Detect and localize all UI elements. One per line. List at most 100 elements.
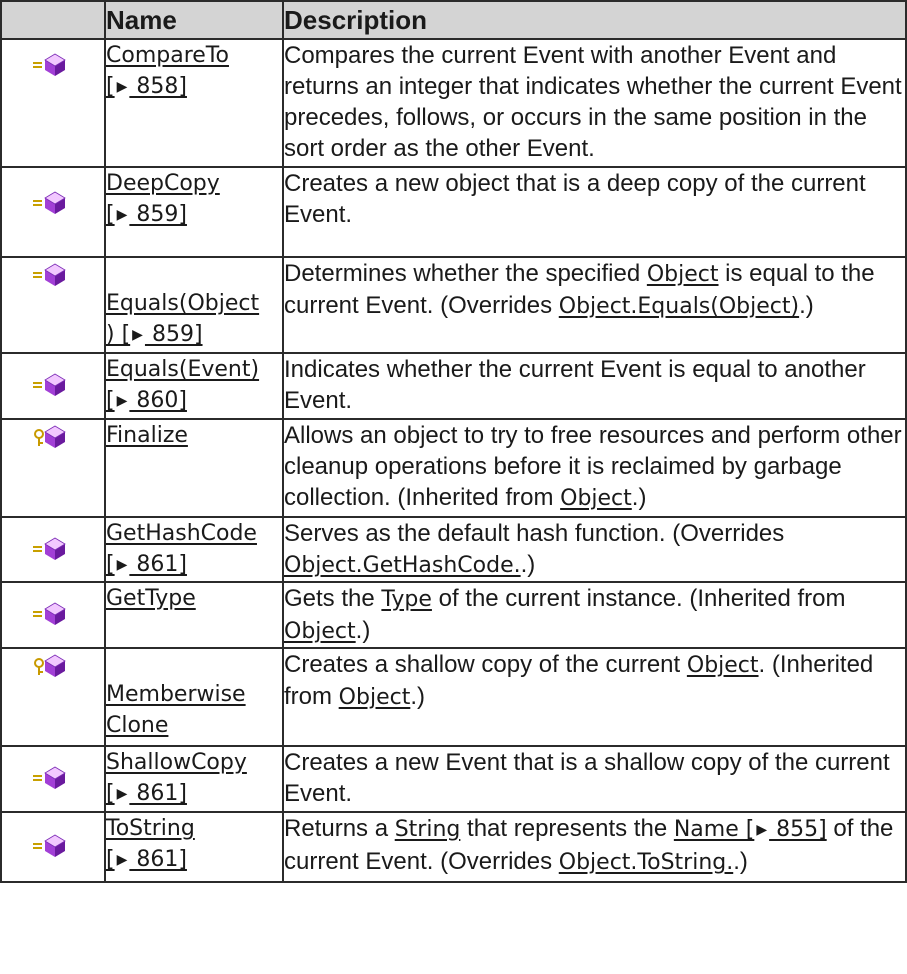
table-row: GetHashCode [▶ 861] Serves as the defaul… (0, 516, 907, 583)
description-text: .) (799, 292, 814, 319)
description-cell: Indicates whether the current Event is e… (282, 352, 907, 420)
public-method-icon (33, 373, 66, 397)
page-ref-bracket: [ (106, 388, 115, 413)
member-name-part: Clone (106, 713, 169, 738)
protected-method-icon (34, 654, 66, 678)
members-table: Name Description CompareTo [▶ 858] Compa… (0, 0, 907, 883)
member-link-gethashcode[interactable]: GetHashCode (106, 521, 257, 546)
object-link[interactable]: Object (647, 262, 719, 287)
name-property-label: Name [ (673, 817, 755, 842)
triangle-right-icon: ▶ (132, 327, 143, 343)
page-ref-link[interactable]: [▶ 859] (106, 202, 187, 227)
icon-cell (0, 745, 106, 813)
description-text: Determines whether the specified (284, 260, 647, 287)
page-ref-number: 859] (144, 322, 203, 347)
page-ref-number: 855] (769, 817, 827, 842)
icon-cell (0, 38, 106, 168)
page-ref-number: 858] (129, 74, 187, 99)
description-cell: Allows an object to try to free resource… (282, 418, 907, 518)
description-cell: Creates a new Event that is a shallow co… (282, 745, 907, 813)
description-text: .) (410, 683, 425, 710)
member-link-equals-event[interactable]: Equals(Event) (106, 357, 259, 382)
header-row: Name Description (0, 0, 907, 40)
member-link-compareto[interactable]: CompareTo (106, 43, 229, 68)
member-name-cell: ShallowCopy [▶ 861] (104, 745, 284, 813)
table-row: DeepCopy [▶ 859] Creates a new object th… (0, 166, 907, 258)
description-cell: Returns a String that represents the Nam… (282, 811, 907, 883)
header-description: Description (282, 0, 907, 40)
member-link-equals-object[interactable]: Equals(Object (106, 291, 259, 316)
icon-cell (0, 166, 106, 258)
table-row: Finalize Allows an object to try to free… (0, 418, 907, 518)
page-ref-bracket: [ (106, 552, 115, 577)
member-name-cell: Finalize (104, 418, 284, 518)
description-text: that represents the (460, 815, 674, 842)
triangle-right-icon: ▶ (116, 786, 128, 802)
member-name-cell: GetHashCode [▶ 861] (104, 516, 284, 583)
object-link[interactable]: Object (284, 619, 356, 644)
page-ref-link[interactable]: [▶ 860] (106, 388, 187, 413)
description-text: Creates a new object that is a deep copy… (284, 170, 866, 228)
description-text: Indicates whether the current Event is e… (284, 356, 866, 414)
page-ref-bracket: [ (106, 74, 115, 99)
description-text: Gets the (284, 585, 382, 612)
description-text: .) (520, 551, 536, 578)
page-ref-link[interactable]: [▶ 861] (106, 847, 187, 872)
icon-cell (0, 256, 106, 354)
triangle-right-icon: ▶ (116, 852, 128, 868)
public-method-icon (33, 834, 66, 858)
member-name-cell: ToString [▶ 861] (104, 811, 284, 883)
page-ref-link[interactable]: [▶ 861] (106, 552, 187, 577)
object-gethashcode-link[interactable]: Object.GetHashCode. (284, 553, 521, 578)
page-ref-bracket: ) [ (106, 322, 131, 347)
page-ref-number: 861] (129, 552, 187, 577)
member-name-cell: Equals(Object ) [▶ 859] (104, 256, 284, 354)
type-link[interactable]: Type (381, 587, 432, 612)
page-ref-link[interactable]: [▶ 861] (106, 781, 187, 806)
object-equals-link[interactable]: Object.Equals(Object) (559, 294, 799, 319)
description-text: Returns a (284, 815, 395, 842)
member-name-cell: CompareTo [▶ 858] (104, 38, 284, 168)
public-method-icon (33, 191, 66, 215)
member-link-gettype[interactable]: GetType (106, 586, 196, 611)
table-row: ToString [▶ 861] Returns a String that r… (0, 811, 907, 883)
table-row: Equals(Event) [▶ 860] Indicates whether … (0, 352, 907, 420)
member-name-cell: Memberwise Clone (104, 647, 284, 747)
member-link-deepcopy[interactable]: DeepCopy (106, 171, 220, 196)
member-name-cell: DeepCopy [▶ 859] (104, 166, 284, 258)
description-cell: Serves as the default hash function. (Ov… (282, 516, 907, 583)
icon-cell (0, 352, 106, 420)
page-ref-bracket: [ (106, 202, 115, 227)
member-link-shallowcopy[interactable]: ShallowCopy (106, 750, 247, 775)
icon-cell (0, 418, 106, 518)
member-link-tostring[interactable]: ToString (106, 816, 195, 841)
name-property-link[interactable]: Name [▶ 855] (674, 817, 827, 842)
protected-method-icon (34, 425, 66, 449)
page-ref-bracket: [ (106, 847, 115, 872)
page-ref-link[interactable]: ) [▶ 859] (106, 322, 203, 347)
description-cell: Creates a new object that is a deep copy… (282, 166, 907, 258)
member-link-finalize[interactable]: Finalize (106, 423, 188, 448)
object-link[interactable]: Object (560, 486, 632, 511)
description-text: .) (631, 484, 647, 511)
description-cell: Determines whether the specified Object … (282, 256, 907, 354)
triangle-right-icon: ▶ (116, 557, 128, 573)
public-method-icon (33, 766, 66, 790)
string-link[interactable]: String (395, 817, 461, 842)
triangle-right-icon: ▶ (116, 79, 128, 95)
header-icon-cell (0, 0, 106, 40)
icon-cell (0, 516, 106, 583)
icon-cell (0, 811, 106, 883)
description-text: of the current instance. (Inherited from (431, 585, 846, 612)
description-text: Serves as the default hash function. (Ov… (284, 520, 785, 547)
page-ref-link[interactable]: [▶ 858] (106, 74, 187, 99)
triangle-right-icon: ▶ (116, 207, 128, 223)
triangle-right-icon: ▶ (116, 393, 128, 409)
object-link[interactable]: Object (339, 685, 411, 710)
object-tostring-link[interactable]: Object.ToString. (559, 850, 733, 875)
object-link[interactable]: Object (687, 653, 759, 678)
description-cell: Creates a shallow copy of the current Ob… (282, 647, 907, 747)
page-ref-number: 861] (129, 781, 187, 806)
member-link-memberwiseclone[interactable]: Memberwise Clone (106, 682, 246, 738)
